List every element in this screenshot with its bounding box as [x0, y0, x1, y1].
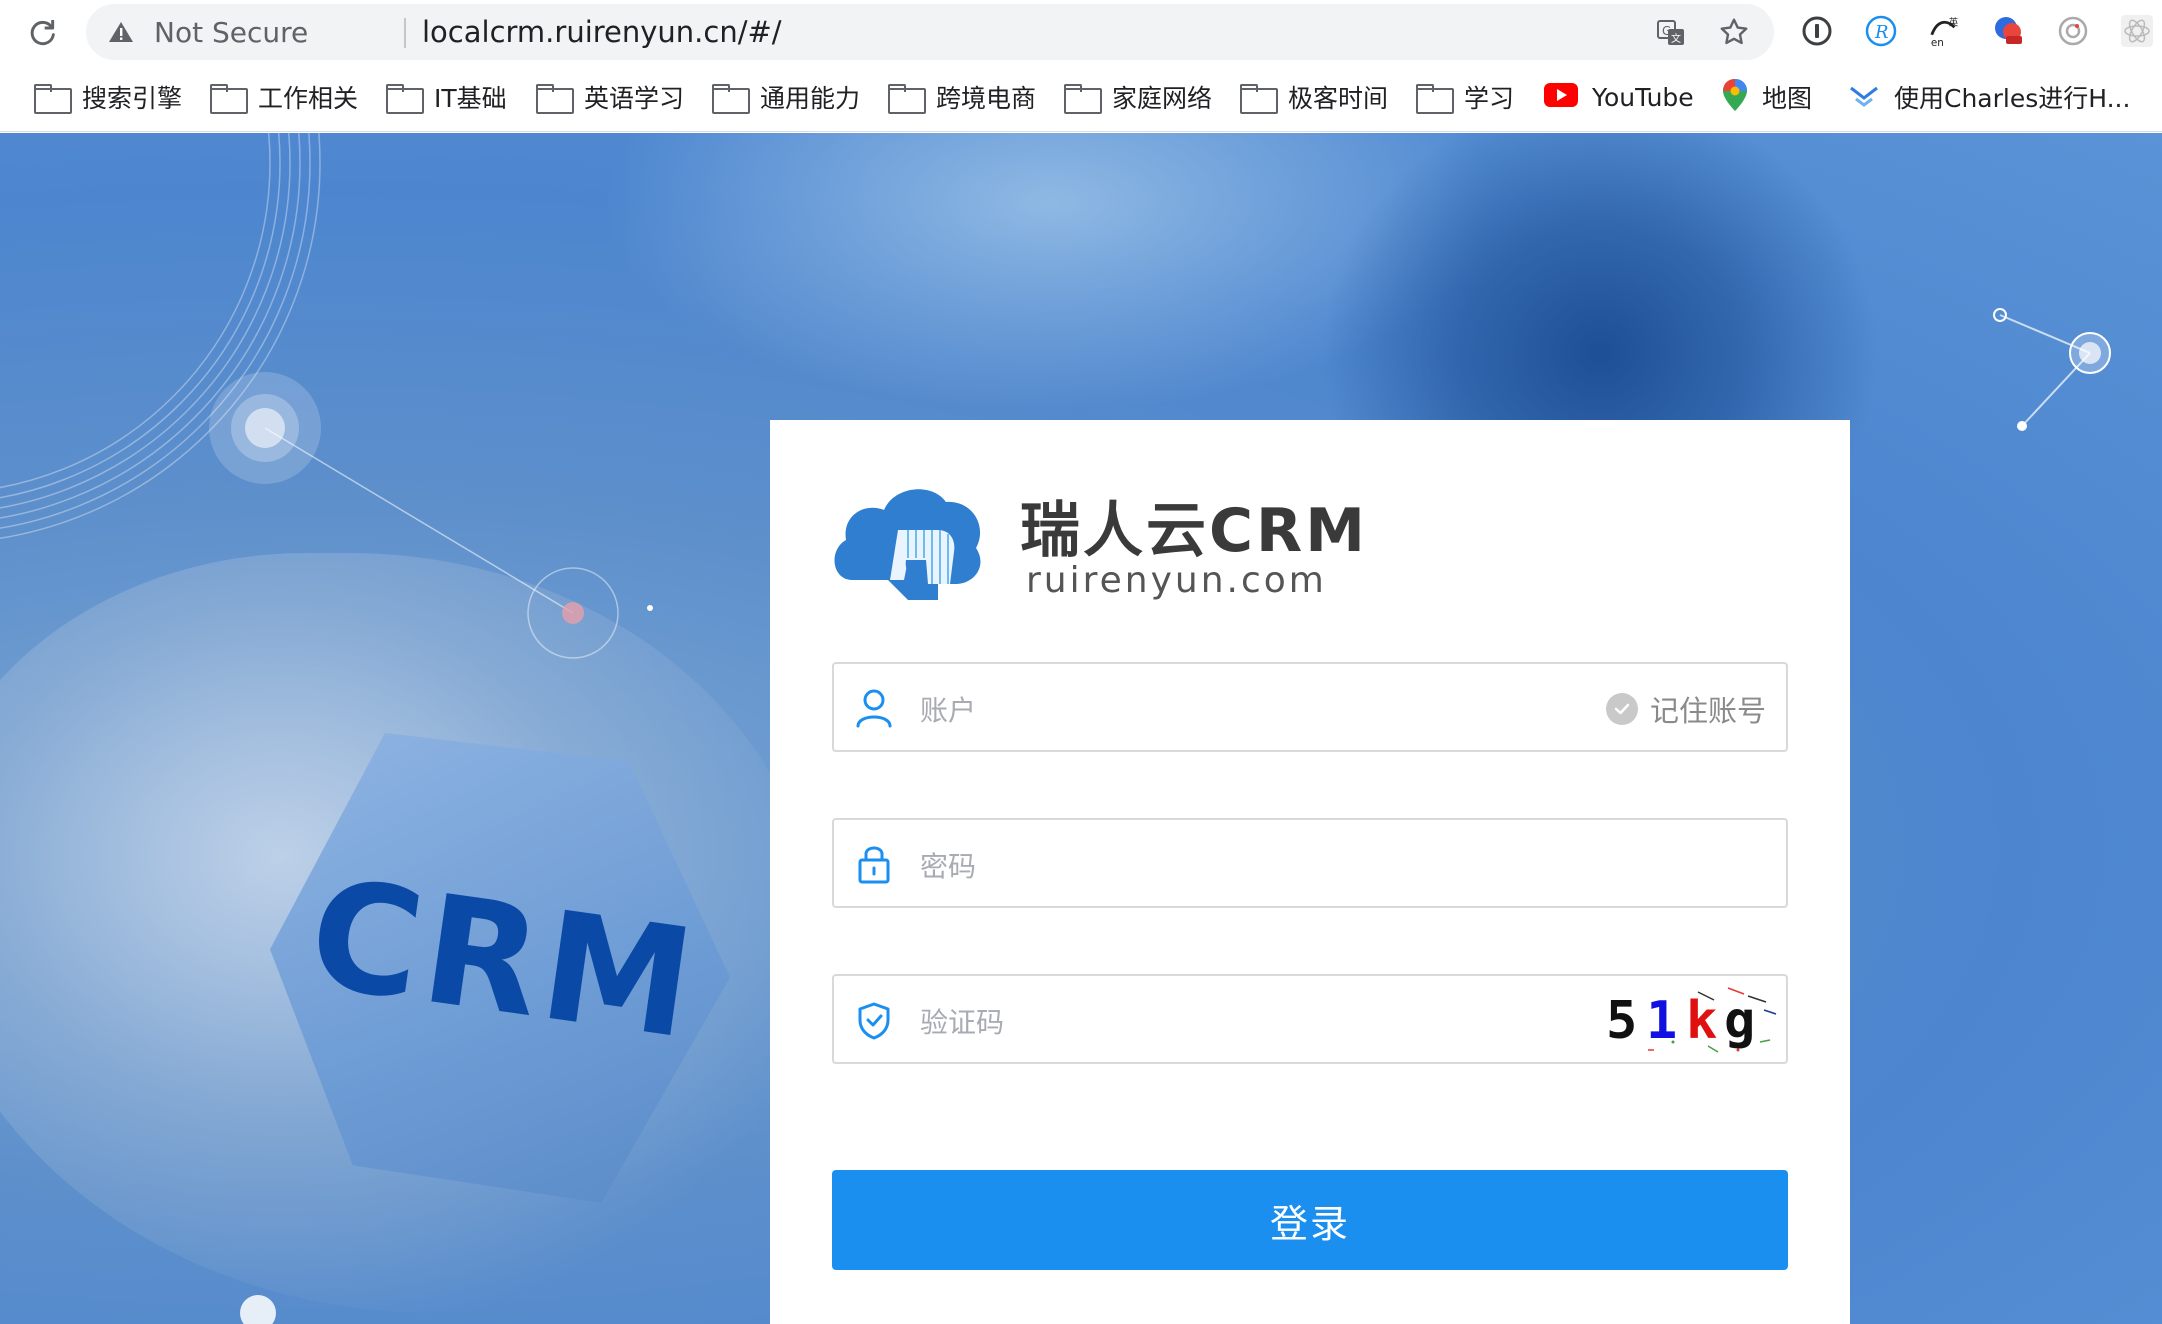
bookmark-site-icon	[1848, 81, 1880, 113]
bookmark-label: 英语学习	[584, 84, 685, 113]
bookmark-label: 极客时间	[1288, 84, 1389, 113]
folder-icon	[34, 84, 72, 114]
bookmark-folder-general[interactable]: 通用能力	[712, 79, 860, 115]
brand-domain: ruirenyun.com	[1026, 560, 1327, 601]
captcha-char: 1	[1646, 991, 1677, 1051]
maps-pin-icon	[1722, 78, 1748, 116]
captcha-char: g	[1724, 991, 1755, 1051]
captcha-field[interactable]: 验证码 5 1 k g	[832, 974, 1788, 1064]
bookmark-label: 搜索引擎	[82, 84, 183, 113]
login-button[interactable]: 登录	[832, 1170, 1788, 1270]
bookmark-folder-search[interactable]: 搜索引擎	[34, 79, 182, 115]
shield-icon	[852, 998, 896, 1042]
bookmark-folder-home-network[interactable]: 家庭网络	[1064, 79, 1212, 115]
login-card: 瑞人云CRM ruirenyun.com 账户 记住账号 密码 验证码 5 1 …	[770, 420, 1850, 1324]
bookmark-label: 跨境电商	[936, 84, 1037, 113]
bookmark-folder-geektime[interactable]: 极客时间	[1240, 79, 1388, 115]
bookmark-label: 地图	[1762, 84, 1813, 113]
user-icon	[852, 686, 896, 730]
bookmark-label: 通用能力	[760, 84, 861, 113]
captcha-image[interactable]: 5 1 k g	[1588, 980, 1778, 1058]
bookmark-star-icon[interactable]	[1718, 16, 1750, 48]
folder-icon	[386, 84, 424, 114]
url-text[interactable]: localcrm.ruirenyun.cn/#/	[422, 15, 782, 49]
account-field[interactable]: 账户 记住账号	[832, 662, 1788, 752]
extension-1password-icon[interactable]	[1800, 14, 1834, 48]
bookmark-label: 工作相关	[258, 84, 359, 113]
bookmark-folder-english[interactable]: 英语学习	[536, 79, 684, 115]
bookmark-label: 家庭网络	[1112, 84, 1213, 113]
folder-icon	[210, 84, 248, 114]
bookmark-folder-it[interactable]: IT基础	[386, 79, 507, 115]
youtube-icon	[1544, 83, 1578, 111]
bookmark-youtube[interactable]: YouTube	[1544, 79, 1694, 115]
bookmark-maps[interactable]: 地图	[1722, 79, 1812, 115]
bookmark-label: YouTube	[1592, 82, 1694, 112]
svg-text:文: 文	[1671, 32, 1681, 45]
bookmark-label: IT基础	[434, 84, 507, 113]
svg-text:en: en	[1931, 37, 1944, 49]
extension-camera-icon[interactable]	[2056, 14, 2090, 48]
remember-account-label[interactable]: 记住账号	[1650, 688, 1766, 730]
lock-icon	[852, 842, 896, 886]
bookmark-folder-work[interactable]: 工作相关	[210, 79, 358, 115]
bookmarks-bar: 搜索引擎 工作相关 IT基础 英语学习 通用能力 跨境电商 家庭网络 极客时间 …	[0, 64, 2162, 132]
check-circle-icon[interactable]	[1605, 693, 1638, 725]
reload-icon[interactable]	[24, 14, 60, 50]
bookmark-folder-study[interactable]: 学习	[1416, 79, 1514, 115]
folder-icon	[1240, 84, 1278, 114]
warning-icon[interactable]	[108, 20, 134, 44]
cloud-logo-icon	[828, 480, 984, 604]
extension-translate-en-icon[interactable]: en 英	[1928, 14, 1962, 49]
password-field[interactable]: 密码	[832, 818, 1788, 908]
password-placeholder: 密码	[920, 850, 977, 883]
translate-icon[interactable]: G文	[1656, 18, 1686, 48]
address-bar[interactable]: Not Secure localcrm.ruirenyun.cn/#/ G文	[86, 4, 1774, 60]
folder-icon	[712, 84, 750, 114]
extension-r-icon[interactable]: R	[1864, 14, 1898, 48]
folder-icon	[1064, 84, 1102, 114]
svg-text:R: R	[1874, 22, 1889, 43]
security-label[interactable]: Not Secure	[154, 16, 308, 49]
remember-account-toggle[interactable]: 记住账号	[1605, 688, 1766, 730]
folder-icon	[536, 84, 574, 114]
account-placeholder: 账户	[920, 694, 977, 727]
bookmark-charles[interactable]: 使用Charles进行H...	[1848, 79, 2130, 115]
captcha-char: k	[1686, 991, 1717, 1051]
bookmark-label: 学习	[1464, 84, 1515, 113]
extension-react-icon[interactable]	[2120, 14, 2154, 48]
brand-name: 瑞人云CRM	[1020, 496, 1368, 566]
bookmark-folder-ecommerce[interactable]: 跨境电商	[888, 79, 1036, 115]
svg-text:英: 英	[1949, 16, 1959, 28]
bookmark-label: 使用Charles进行H...	[1894, 84, 2131, 113]
captcha-char: 5	[1606, 991, 1637, 1051]
browser-toolbar: Not Secure localcrm.ruirenyun.cn/#/ G文 R…	[0, 0, 2162, 64]
captcha-placeholder: 验证码	[920, 1006, 1005, 1039]
extension-adblock-icon[interactable]	[1992, 14, 2026, 48]
folder-icon	[888, 84, 926, 114]
folder-icon	[1416, 84, 1454, 114]
address-divider	[404, 18, 406, 48]
